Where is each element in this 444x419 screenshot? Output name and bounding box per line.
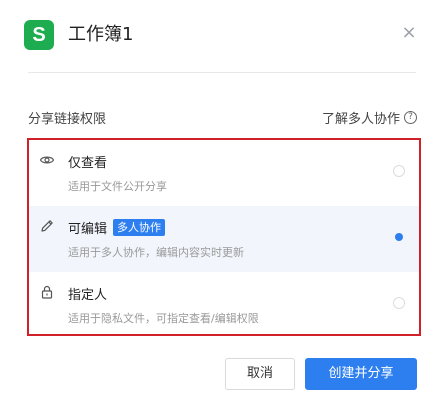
eye-icon bbox=[39, 156, 55, 164]
help-icon: ? bbox=[404, 111, 417, 124]
section-title: 分享链接权限 bbox=[28, 112, 107, 127]
radio-view-only[interactable] bbox=[393, 165, 405, 177]
permission-options: 仅查看 适用于文件公开分享 可编辑 多人协作 适用于多人协作，编辑内容实时更新 … bbox=[27, 138, 421, 336]
header-divider bbox=[28, 72, 416, 73]
option-label: 可编辑 多人协作 bbox=[68, 218, 166, 237]
option-view-only[interactable]: 仅查看 适用于文件公开分享 bbox=[29, 140, 419, 206]
radio-specified-people[interactable] bbox=[393, 297, 405, 309]
option-label: 指定人 bbox=[68, 284, 107, 303]
close-icon[interactable]: × bbox=[400, 24, 418, 42]
dialog-header: S 工作簿1 × bbox=[24, 20, 420, 52]
learn-more-link[interactable]: 了解多人协作 ? bbox=[322, 108, 417, 127]
pencil-icon bbox=[41, 220, 53, 232]
create-and-share-button[interactable]: 创建并分享 bbox=[305, 358, 417, 390]
lock-icon bbox=[41, 285, 53, 299]
option-specified-people[interactable]: 指定人 适用于隐私文件，可指定查看/编辑权限 bbox=[29, 272, 419, 338]
option-can-edit[interactable]: 可编辑 多人协作 适用于多人协作，编辑内容实时更新 bbox=[29, 206, 419, 272]
option-title: 可编辑 bbox=[68, 222, 108, 237]
option-description: 适用于隐私文件，可指定查看/编辑权限 bbox=[68, 312, 259, 325]
radio-can-edit[interactable] bbox=[393, 231, 405, 243]
option-description: 适用于文件公开分享 bbox=[68, 180, 167, 193]
dialog-title: 工作簿1 bbox=[68, 24, 134, 45]
option-label: 仅查看 bbox=[68, 152, 107, 171]
multi-collab-badge: 多人协作 bbox=[113, 219, 166, 236]
option-description: 适用于多人协作，编辑内容实时更新 bbox=[68, 246, 244, 259]
cancel-button[interactable]: 取消 bbox=[225, 358, 295, 390]
option-title: 仅查看 bbox=[68, 156, 108, 171]
option-title: 指定人 bbox=[68, 288, 108, 303]
learn-more-label: 了解多人协作 bbox=[321, 112, 400, 127]
spreadsheet-app-icon: S bbox=[24, 20, 54, 50]
